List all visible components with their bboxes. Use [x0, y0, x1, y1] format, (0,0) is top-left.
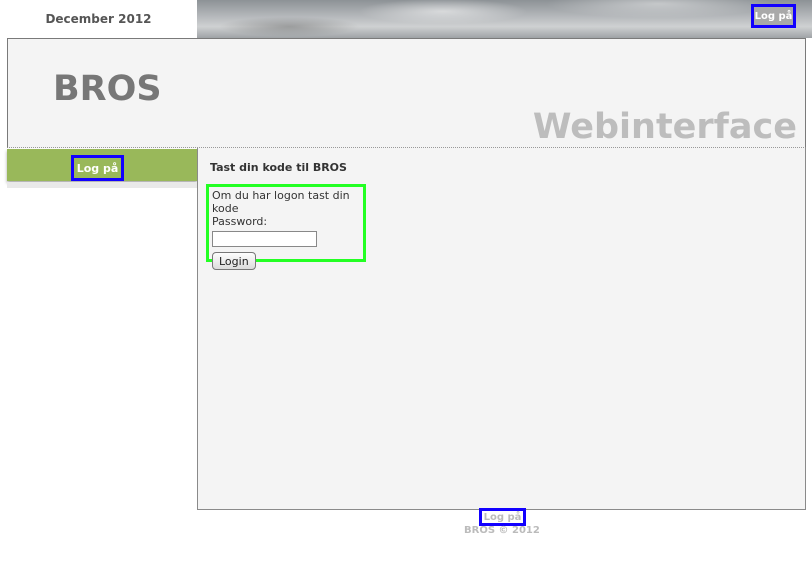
footer-login-link[interactable]: Log på: [484, 512, 522, 523]
current-date: December 2012: [45, 12, 152, 26]
password-field[interactable]: [212, 231, 317, 247]
date-box: December 2012: [0, 0, 197, 38]
site-header: BROS Webinterface: [7, 38, 806, 148]
password-label: Password:: [212, 215, 268, 228]
header-banner-image: [197, 0, 812, 38]
site-logo: BROS: [53, 69, 162, 109]
sidebar-login-highlight: Log på: [71, 155, 124, 181]
footer-login-highlight: Log på: [479, 508, 526, 526]
sidebar-nav-shadow: [7, 182, 197, 188]
sidebar-item-login[interactable]: Log på: [77, 162, 119, 175]
sidebar-nav: Log på: [0, 148, 197, 190]
login-form: Om du har logon tast din kode Password: …: [206, 184, 366, 270]
main-content: Tast din kode til BROS Om du har logon t…: [197, 148, 806, 510]
top-bar: December 2012 Log på: [0, 0, 812, 38]
login-button[interactable]: Login: [212, 252, 256, 270]
page-title: Tast din kode til BROS: [210, 161, 347, 174]
login-instruction: Om du har logon tast din kode: [212, 189, 350, 215]
top-login-link[interactable]: Log på: [755, 11, 793, 22]
copyright-text: BROS © 2012: [464, 525, 540, 536]
site-subtitle: Webinterface: [532, 107, 797, 147]
top-login-highlight: Log på: [751, 4, 796, 28]
